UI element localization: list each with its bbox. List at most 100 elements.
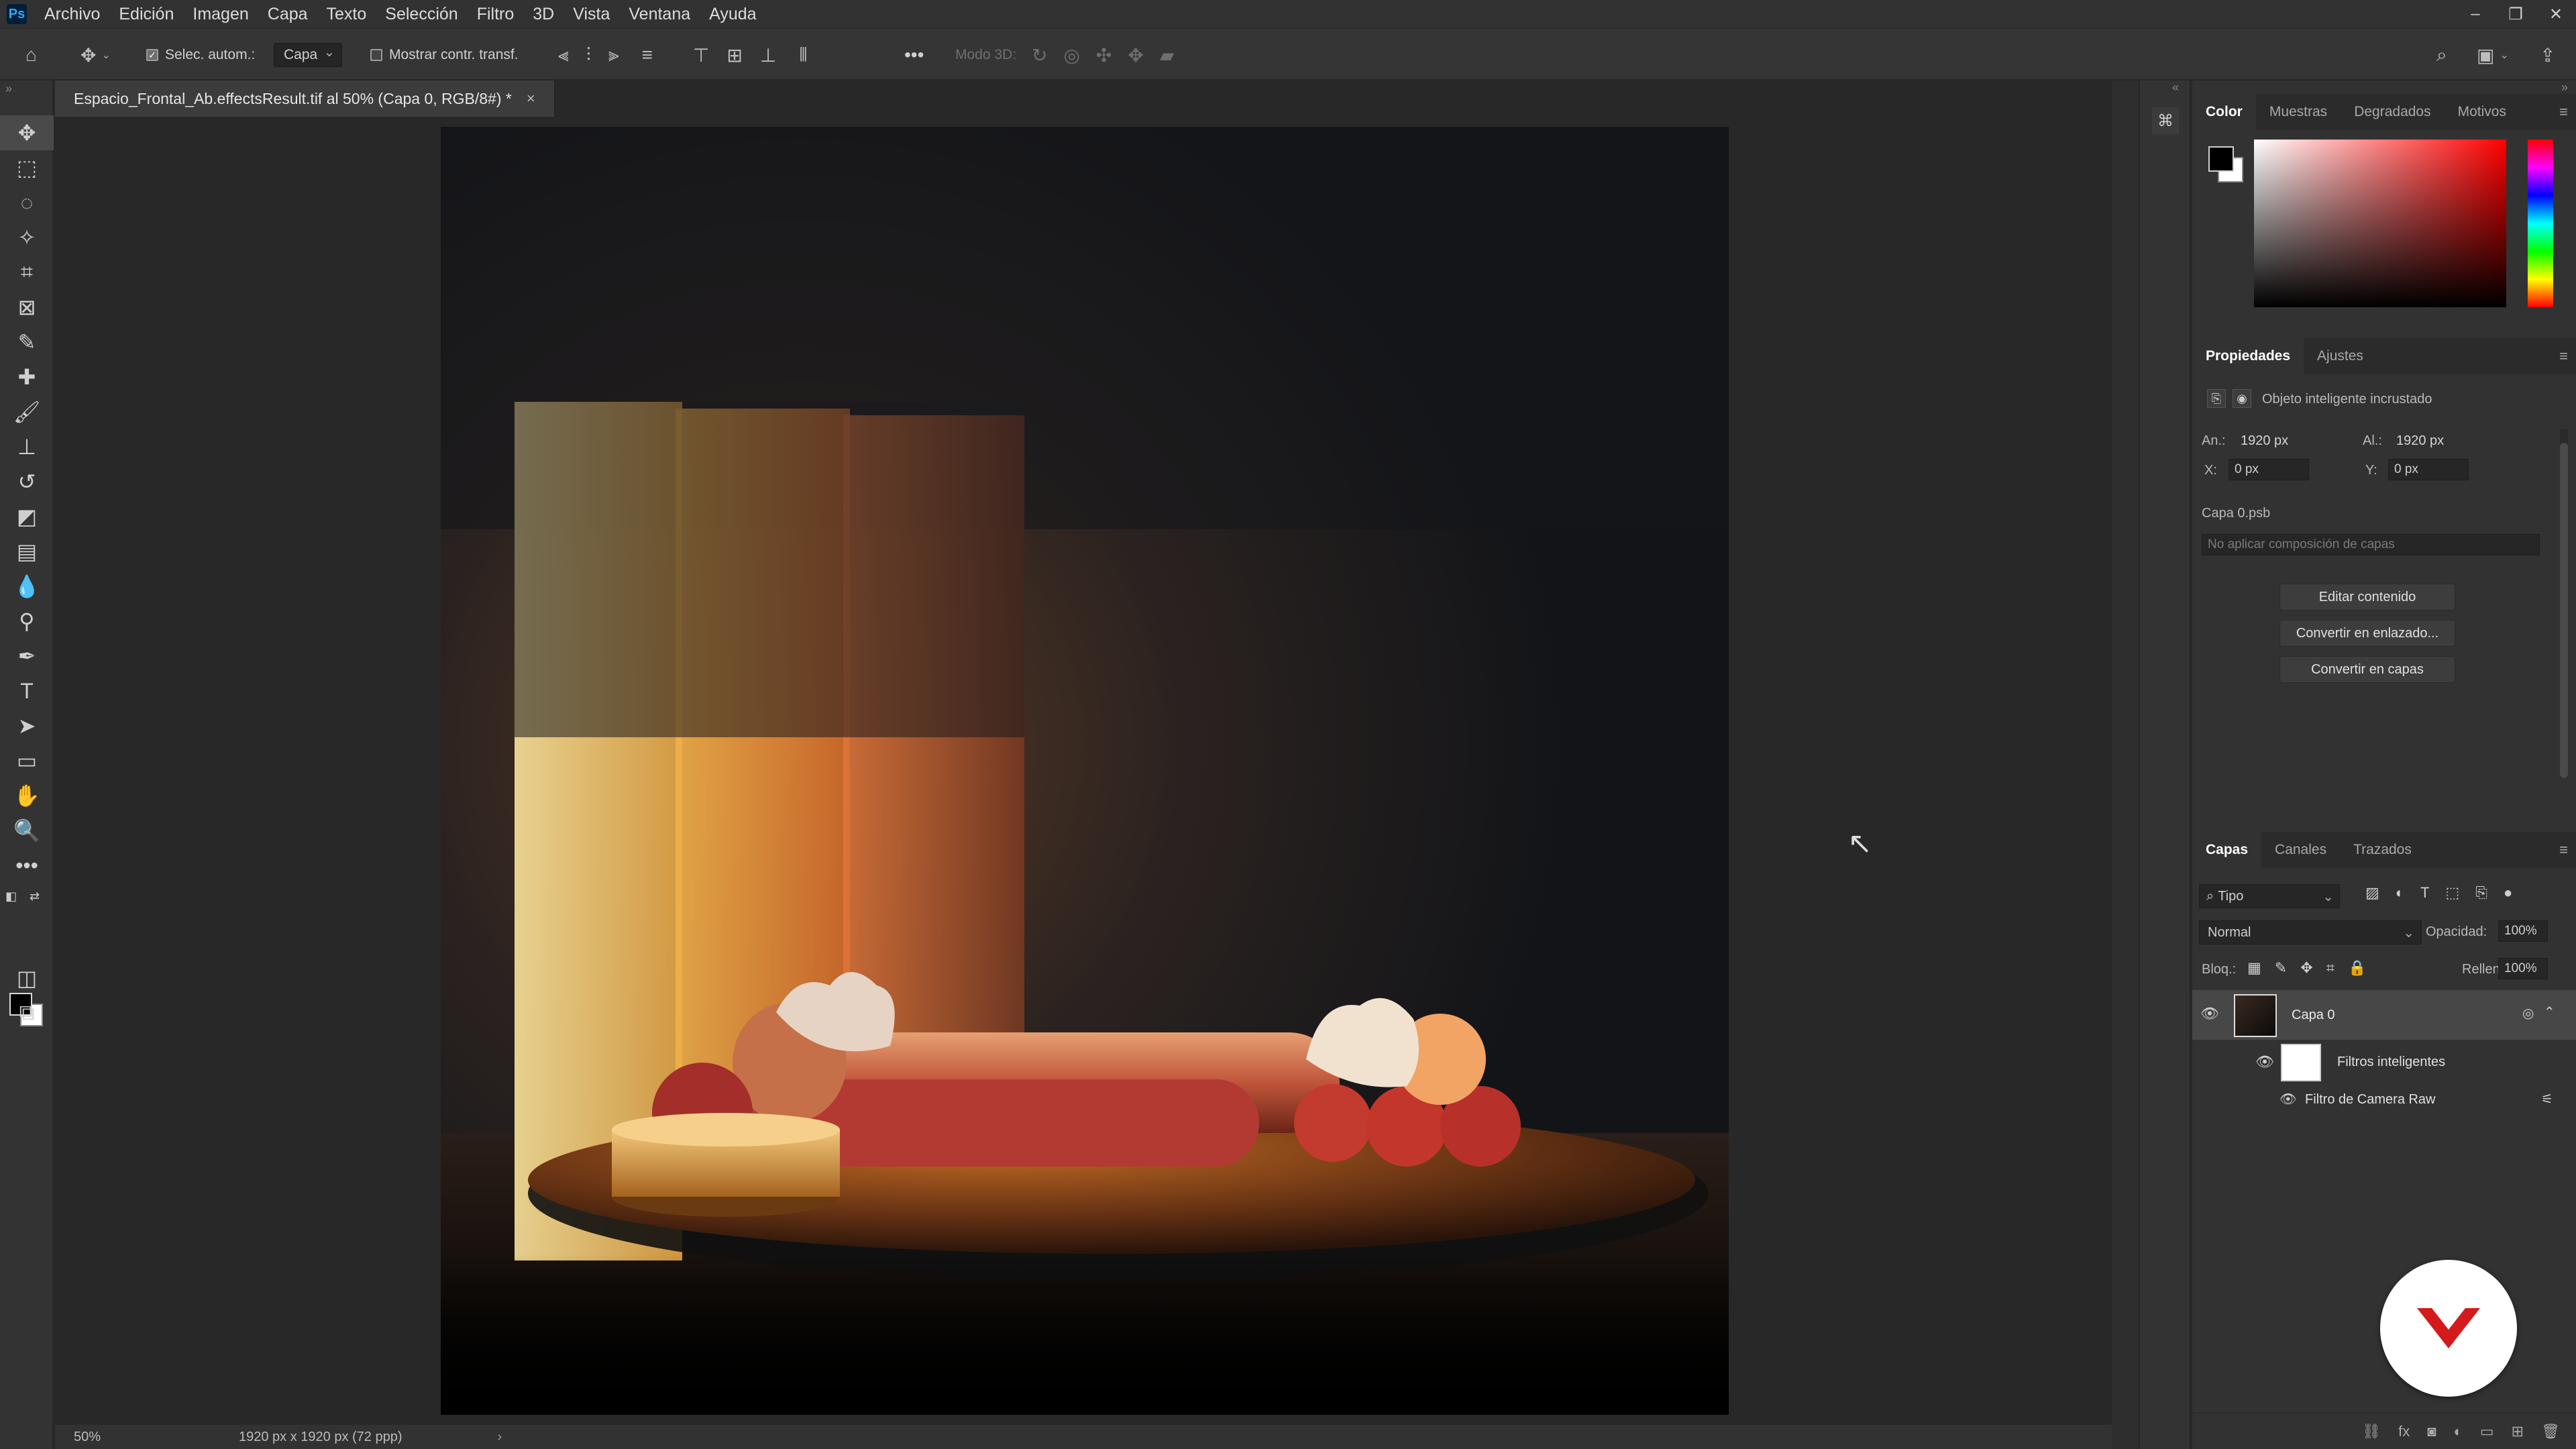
gradient-tool-icon[interactable]: ▤	[0, 534, 54, 569]
eye-icon[interactable]: 👁	[2200, 1005, 2219, 1022]
move-tool-preset-icon[interactable]: ✥ ⌄	[80, 29, 111, 81]
tab-trazados[interactable]: Trazados	[2340, 832, 2425, 868]
tab-propiedades[interactable]: Propiedades	[2192, 338, 2304, 374]
collapse-effects-icon[interactable]: ⌃	[2544, 1004, 2555, 1020]
lock-image-icon[interactable]: ✎	[2275, 959, 2287, 977]
y-field[interactable]: 0 px	[2388, 459, 2469, 480]
auto-select-target-dropdown[interactable]: Capa	[274, 43, 343, 67]
path-selection-tool-icon[interactable]: ➤	[0, 708, 54, 743]
eyedropper-tool-icon[interactable]: ✎	[0, 325, 54, 360]
lock-position-icon[interactable]: ✥	[2300, 959, 2312, 977]
swap-colors-icon[interactable]: ⇄	[30, 890, 40, 904]
collapse-toolbar-icon[interactable]: »	[5, 82, 12, 96]
fg-color-chip[interactable]	[2208, 146, 2234, 172]
magic-wand-tool-icon[interactable]: ✧	[0, 220, 54, 255]
tab-muestras[interactable]: Muestras	[2256, 94, 2341, 130]
edit-contents-button[interactable]: Editar contenido	[2279, 584, 2455, 610]
scale-3d-icon[interactable]: ▰	[1160, 44, 1175, 66]
document-tab[interactable]: Espacio_Frontal_Ab.effectsResult.tif al …	[55, 80, 555, 117]
filter-mask-thumbnail[interactable]	[2281, 1044, 2321, 1081]
properties-panel-menu-icon[interactable]: ≡	[2559, 347, 2568, 365]
status-expand-arrow-icon[interactable]: ›	[498, 1430, 502, 1445]
filter-options-icon[interactable]: ⚟	[2541, 1091, 2553, 1108]
new-group-icon[interactable]: ▭	[2480, 1423, 2494, 1440]
convert-linked-button[interactable]: Convertir en enlazado...	[2279, 620, 2455, 647]
mask-icon[interactable]: ◉	[2233, 389, 2251, 408]
zoom-tool-icon[interactable]: 🔍	[0, 813, 54, 848]
hue-slider[interactable]	[2528, 140, 2553, 307]
align-top-icon[interactable]: ⊤	[693, 44, 709, 66]
menu-texto[interactable]: Texto	[327, 5, 367, 24]
blur-tool-icon[interactable]: 💧	[0, 569, 54, 604]
delete-layer-icon[interactable]: 🗑	[2541, 1423, 2560, 1440]
filter-smart-object-icon[interactable]: ⎘	[2475, 884, 2487, 902]
eye-icon[interactable]: 👁	[2255, 1053, 2274, 1071]
frame-tool-icon[interactable]: ⊠	[0, 290, 54, 325]
tab-ajustes[interactable]: Ajustes	[2304, 338, 2377, 374]
color-field[interactable]	[2254, 140, 2506, 307]
marquee-tool-icon[interactable]: ⬚	[0, 150, 54, 185]
history-brush-tool-icon[interactable]: ↺	[0, 464, 54, 499]
screen-mode-icon[interactable]: ⧉	[0, 996, 54, 1030]
restore-button[interactable]: ❐	[2496, 5, 2536, 24]
align-bottom-icon[interactable]: ⊥	[760, 44, 776, 66]
opacity-field[interactable]: 100%	[2498, 920, 2548, 942]
dodge-tool-icon[interactable]: ⚲	[0, 604, 54, 639]
home-icon[interactable]: ⌂	[25, 29, 37, 81]
link-layers-icon[interactable]: ⛓	[2362, 1423, 2381, 1440]
healing-brush-tool-icon[interactable]: ✚	[0, 360, 54, 394]
move-tool-icon[interactable]: ✥	[0, 115, 54, 150]
menu-filtro[interactable]: Filtro	[477, 5, 515, 24]
tab-color[interactable]: Color	[2192, 94, 2256, 130]
menu-capa[interactable]: Capa	[268, 5, 308, 24]
menu-archivo[interactable]: Archivo	[44, 5, 100, 24]
eye-icon[interactable]: 👁	[2279, 1091, 2296, 1108]
filter-adjustment-icon[interactable]: ◐	[2396, 884, 2404, 902]
layer-row-camera-raw[interactable]: 👁 Filtro de Camera Raw ⚟	[2192, 1085, 2576, 1114]
x-field[interactable]: 0 px	[2229, 459, 2309, 480]
tab-degradados[interactable]: Degradados	[2341, 94, 2444, 130]
menu-3d[interactable]: 3D	[533, 5, 554, 24]
zoom-level[interactable]: 50%	[74, 1430, 168, 1445]
brush-tool-icon[interactable]: 🖌	[0, 394, 54, 429]
filter-shape-icon[interactable]: ⬚	[2446, 884, 2460, 902]
filter-toggle-icon[interactable]: ●	[2504, 884, 2512, 902]
align-right-icon[interactable]: ⫸	[608, 44, 619, 66]
filter-pixel-icon[interactable]: ▨	[2365, 884, 2379, 902]
add-mask-icon[interactable]: ◙	[2427, 1423, 2436, 1440]
distribute-horizontal-icon[interactable]: ⦀	[799, 44, 807, 66]
width-value[interactable]: 1920 px	[2241, 433, 2288, 449]
layers-panel-menu-icon[interactable]: ≡	[2559, 841, 2568, 859]
clone-stamp-tool-icon[interactable]: ⊥	[0, 429, 54, 464]
convert-layers-button[interactable]: Convertir en capas	[2279, 656, 2455, 683]
rectangle-tool-icon[interactable]: ▭	[0, 743, 54, 778]
lock-all-icon[interactable]: 🔒	[2348, 959, 2366, 977]
layer-name[interactable]: Capa 0	[2292, 1008, 2335, 1023]
menu-imagen[interactable]: Imagen	[193, 5, 248, 24]
pan-3d-icon[interactable]: ✣	[1096, 44, 1112, 66]
fill-field[interactable]: 100%	[2498, 958, 2548, 979]
tab-canales[interactable]: Canales	[2261, 832, 2340, 868]
search-icon[interactable]: ⌕	[2436, 29, 2447, 81]
layer-row-smart-filters[interactable]: 👁 Filtros inteligentes	[2192, 1041, 2576, 1084]
crop-tool-icon[interactable]: ⌗	[0, 255, 54, 290]
lock-transparent-icon[interactable]: ▦	[2247, 959, 2261, 977]
history-panel-icon[interactable]: ⌘	[2152, 107, 2179, 134]
slide-3d-icon[interactable]: ✥	[1128, 44, 1143, 66]
quick-mask-icon[interactable]: ◫	[0, 961, 54, 996]
new-adjustment-icon[interactable]: ◐	[2454, 1423, 2463, 1440]
hand-tool-icon[interactable]: ✋	[0, 778, 54, 813]
default-colors-icon[interactable]: ◧	[5, 890, 17, 904]
color-panel-menu-icon[interactable]: ≡	[2559, 103, 2568, 121]
lock-artboard-icon[interactable]: ⌗	[2326, 959, 2334, 977]
layer-filter-dropdown[interactable]: ⌕ Tipo ⌄	[2199, 884, 2340, 908]
more-options-button[interactable]: •••	[904, 29, 924, 81]
pen-tool-icon[interactable]: ✒	[0, 639, 54, 674]
lasso-tool-icon[interactable]: ◌	[0, 185, 54, 220]
menu-edicion[interactable]: Edición	[119, 5, 174, 24]
properties-scrollbar-thumb[interactable]	[2560, 443, 2568, 778]
eraser-tool-icon[interactable]: ◩	[0, 499, 54, 534]
height-value[interactable]: 1920 px	[2396, 433, 2444, 449]
align-left-icon[interactable]: ⫷	[558, 44, 569, 66]
distribute-vertical-icon[interactable]: ≡	[642, 44, 653, 66]
